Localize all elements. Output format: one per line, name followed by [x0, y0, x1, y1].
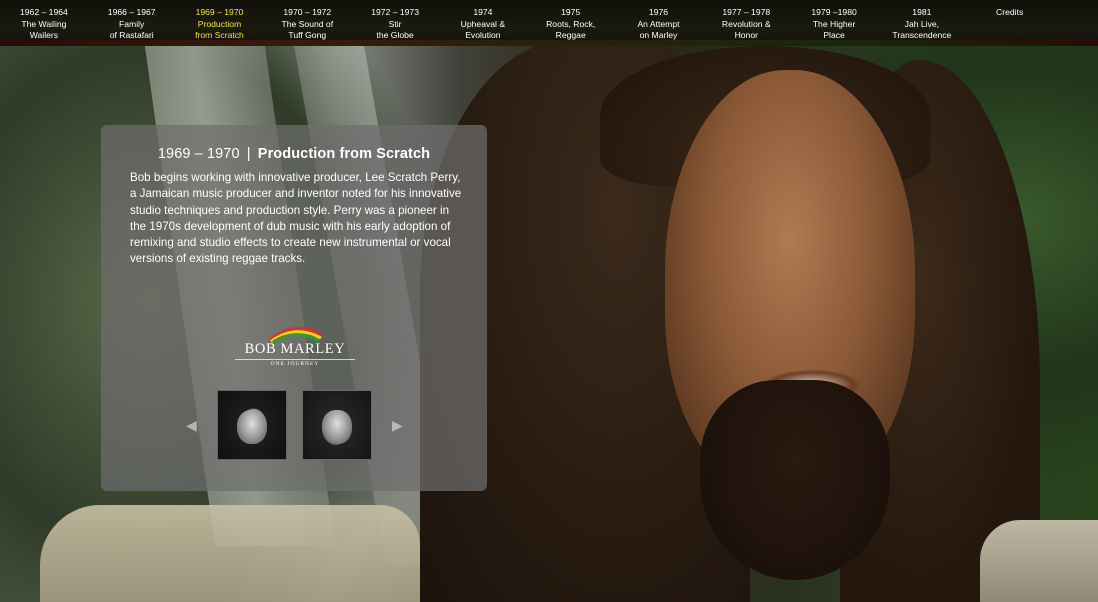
- nav-item-4[interactable]: 1970 – 1972 The Sound of Tuff Gong: [263, 0, 351, 46]
- nav-item-label: Jah Live,: [904, 18, 940, 29]
- nav-item-label: Roots, Rock,: [546, 18, 596, 29]
- nav-item-year: 1976: [648, 7, 669, 17]
- nav-item-label: An Attempt: [637, 18, 680, 29]
- nav-item-year: 1972 – 1973: [371, 7, 419, 17]
- title-separator: |: [246, 146, 251, 162]
- nav-item-label: The Sound of: [281, 18, 334, 29]
- nav-item-year: 1962 – 1964: [20, 7, 68, 17]
- nav-item-1[interactable]: 1962 – 1964 The Wailing Wailers: [0, 0, 88, 46]
- nav-item-7[interactable]: 1975 Roots, Rock, Reggae: [527, 0, 615, 46]
- panel-title: 1969 – 1970 | Production from Scratch: [101, 146, 487, 162]
- nav-item-8[interactable]: 1976 An Attempt on Marley: [615, 0, 703, 46]
- beard: [700, 380, 890, 580]
- nav-item-label: Reggae: [555, 30, 586, 40]
- timeline-nav: 1962 – 1964 The Wailing Wailers 1966 – 1967…: [0, 0, 1098, 46]
- rasta-arc-icon: [267, 326, 322, 343]
- nav-item-year: 1969 – 1970: [195, 7, 244, 17]
- nav-item-label: the Globe: [376, 30, 414, 40]
- nav-item-year: 1977 – 1978: [722, 7, 771, 17]
- bob-marley-logo: BOB MARLEY ONE JOURNEY: [231, 321, 359, 371]
- gallery-next-button[interactable]: ▶: [392, 415, 403, 435]
- nav-item-year: Credits: [996, 7, 1024, 17]
- portrait-face: [237, 410, 267, 445]
- nav-item-label: Honor: [734, 30, 758, 40]
- gallery-thumbnail[interactable]: [302, 390, 372, 460]
- nav-item-label: Stir: [388, 18, 402, 29]
- nav-item-label: Wailers: [29, 30, 59, 40]
- panel-body-text: Bob begins working with innovative produ…: [130, 171, 462, 266]
- shirt: [40, 505, 420, 602]
- chevron-right-icon: ▶: [392, 417, 403, 433]
- nav-item-year: 1975: [561, 7, 581, 17]
- nav-item-label: Place: [823, 30, 845, 40]
- logo-subtitle: ONE JOURNEY: [270, 361, 320, 367]
- logo-divider: [235, 359, 355, 360]
- logo-name: BOB MARLEY: [244, 341, 346, 357]
- nav-item-label: Tuff Gong: [288, 30, 327, 40]
- nav-item-label: on Marley: [639, 30, 678, 40]
- nav-item-6[interactable]: 1974 Upheaval & Evolution: [439, 0, 527, 46]
- nav-item-label: Productiom: [197, 18, 242, 29]
- nav-item-label: Family: [119, 18, 145, 29]
- nav-item-year: 1979 –1980: [811, 7, 857, 17]
- nav-item-year: 1970 – 1972: [283, 7, 332, 17]
- nav-item-9[interactable]: 1977 – 1978 Revolution & Honor: [702, 0, 790, 46]
- nav-item-label: The Higher: [812, 18, 856, 29]
- nav-item-10[interactable]: 1979 –1980 The Higher Place: [790, 0, 878, 46]
- nav-item-2[interactable]: 1966 – 1967 Family of Rastafari: [88, 0, 176, 46]
- nav-item-5[interactable]: 1972 – 1973 Stir the Globe: [351, 0, 439, 46]
- nav-item-label: from Scratch: [195, 30, 244, 40]
- content-panel: 1969 – 1970 | Production from Scratch Bo…: [101, 125, 487, 491]
- nav-item-year: 1981: [912, 7, 932, 17]
- gallery-thumbnail[interactable]: [217, 390, 287, 460]
- nav-item-11[interactable]: 1981 Jah Live, Transcendence: [878, 0, 966, 46]
- nav-item-label: Upheaval &: [460, 18, 506, 29]
- panel-years: 1969 – 1970: [157, 146, 240, 162]
- nav-item-12[interactable]: Credits: [966, 0, 1054, 46]
- gallery-prev-button[interactable]: ◀: [186, 415, 197, 435]
- portrait-face: [322, 410, 352, 445]
- nav-item-year: 1966 – 1967: [107, 7, 156, 17]
- nav-item-3[interactable]: 1969 – 1970 Productiom from Scratch: [176, 0, 264, 46]
- nav-item-label: of Rastafari: [109, 30, 154, 40]
- nav-item-year: 1974: [473, 7, 493, 17]
- panel-heading: Production from Scratch: [257, 146, 431, 162]
- shirt: [980, 520, 1098, 602]
- nav-item-label: Revolution &: [721, 18, 771, 29]
- nav-item-label: Evolution: [465, 30, 501, 40]
- chevron-left-icon: ◀: [186, 417, 197, 433]
- nav-item-label: Transcendence: [892, 30, 952, 40]
- nav-item-label: The Wailing: [21, 18, 67, 29]
